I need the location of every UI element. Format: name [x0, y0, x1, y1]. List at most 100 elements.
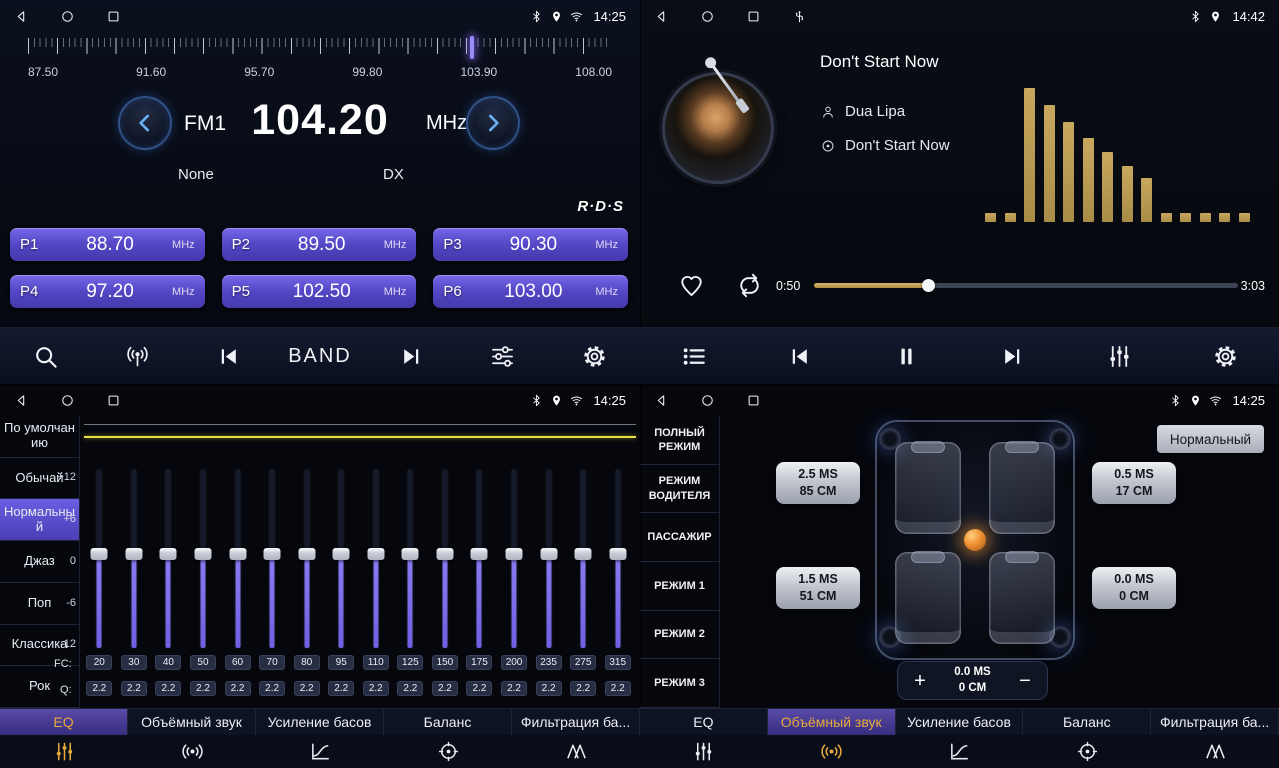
tab-bass-boost-button[interactable]	[256, 735, 384, 768]
recents-button[interactable]	[746, 393, 761, 408]
eq-band-slider[interactable]	[255, 470, 290, 648]
tab-balance-button[interactable]	[1023, 735, 1151, 768]
tab-eq-button[interactable]	[640, 735, 768, 768]
radio-preset-button[interactable]: P6 103.00 MHz	[433, 275, 628, 308]
eq-band-slider[interactable]	[393, 470, 428, 648]
eq-band-slider[interactable]	[220, 470, 255, 648]
mode-driver[interactable]: РЕЖИМ ВОДИТЕЛЯ	[640, 465, 719, 514]
settings-button[interactable]	[1173, 328, 1279, 384]
mode-2[interactable]: РЕЖИМ 2	[640, 611, 719, 660]
home-button[interactable]	[60, 393, 75, 408]
radio-preset-button[interactable]: P1 88.70 MHz	[10, 228, 205, 261]
eq-band-slider[interactable]	[82, 470, 117, 648]
increase-delay-button[interactable]: +	[908, 671, 932, 691]
equalizer-button[interactable]	[457, 328, 548, 384]
radio-preset-button[interactable]: P4 97.20 MHz	[10, 275, 205, 308]
eq-slider-thumb[interactable]	[160, 548, 177, 560]
decrease-delay-button[interactable]: −	[1013, 671, 1037, 691]
eq-band-slider[interactable]	[289, 470, 324, 648]
eq-slider-thumb[interactable]	[91, 548, 108, 560]
eq-slider-thumb[interactable]	[298, 548, 315, 560]
settings-button[interactable]	[549, 328, 640, 384]
eq-slider-thumb[interactable]	[333, 548, 350, 560]
tab-bass-boost-button[interactable]	[896, 735, 1024, 768]
eq-slider-thumb[interactable]	[609, 548, 626, 560]
eq-band-slider[interactable]	[186, 470, 221, 648]
pause-button[interactable]	[853, 328, 960, 384]
radio-preset-button[interactable]: P2 89.50 MHz	[222, 228, 417, 261]
tab-surround-button[interactable]	[128, 735, 256, 768]
tab-surround[interactable]: Объёмный звук	[768, 709, 896, 735]
eq-slider-thumb[interactable]	[436, 548, 453, 560]
radio-preset-button[interactable]: P5 102.50 MHz	[222, 275, 417, 308]
tab-bass-boost[interactable]: Усиление басов	[256, 709, 384, 735]
eq-band-slider[interactable]	[462, 470, 497, 648]
tab-eq-button[interactable]	[0, 735, 128, 768]
eq-band-slider[interactable]	[531, 470, 566, 648]
tab-balance[interactable]: Баланс	[1023, 709, 1151, 735]
previous-station-button[interactable]	[183, 328, 274, 384]
back-button[interactable]	[14, 393, 29, 408]
mode-full[interactable]: ПОЛНЫЙ РЕЖИМ	[640, 416, 719, 465]
player-progress-thumb[interactable]	[922, 279, 935, 292]
back-button[interactable]	[654, 9, 669, 24]
tab-filter-button[interactable]	[512, 735, 640, 768]
mode-3[interactable]: РЕЖИМ 3	[640, 659, 719, 708]
listening-position-indicator[interactable]	[964, 529, 986, 551]
eq-slider-thumb[interactable]	[575, 548, 592, 560]
tab-surround[interactable]: Объёмный звук	[128, 709, 256, 735]
band-button[interactable]: BAND	[274, 328, 365, 384]
eq-band-slider[interactable]	[600, 470, 635, 648]
delay-front-left[interactable]: 2.5 MS 85 CM	[776, 462, 860, 504]
recents-button[interactable]	[106, 393, 121, 408]
audio-settings-button[interactable]	[1066, 328, 1173, 384]
eq-slider-thumb[interactable]	[194, 548, 211, 560]
next-track-button[interactable]	[960, 328, 1067, 384]
delay-rear-right[interactable]: 0.0 MS 0 CM	[1092, 567, 1176, 609]
eq-band-slider[interactable]	[324, 470, 359, 648]
eq-slider-thumb[interactable]	[125, 548, 142, 560]
profile-badge[interactable]: Нормальный	[1157, 425, 1264, 453]
eq-slider-thumb[interactable]	[506, 548, 523, 560]
eq-slider-thumb[interactable]	[367, 548, 384, 560]
eq-slider-thumb[interactable]	[402, 548, 419, 560]
next-station-button[interactable]	[366, 328, 457, 384]
repeat-button[interactable]	[736, 272, 763, 299]
favorite-button[interactable]	[678, 272, 705, 299]
progress-bar[interactable]	[814, 283, 1238, 288]
scan-button[interactable]	[91, 328, 182, 384]
eq-band-slider[interactable]	[566, 470, 601, 648]
mode-1[interactable]: РЕЖИМ 1	[640, 562, 719, 611]
eq-band-slider[interactable]	[497, 470, 532, 648]
previous-track-button[interactable]	[747, 328, 854, 384]
tab-balance-button[interactable]	[384, 735, 512, 768]
tab-filter[interactable]: Фильтрация ба...	[512, 709, 640, 735]
tab-filter[interactable]: Фильтрация ба...	[1151, 709, 1279, 735]
eq-band-slider[interactable]	[117, 470, 152, 648]
back-button[interactable]	[14, 9, 29, 24]
eq-band-slider[interactable]	[151, 470, 186, 648]
tab-bass-boost[interactable]: Усиление басов	[896, 709, 1024, 735]
eq-slider-thumb[interactable]	[229, 548, 246, 560]
eq-band-slider[interactable]	[428, 470, 463, 648]
playlist-button[interactable]	[640, 328, 747, 384]
eq-slider-thumb[interactable]	[471, 548, 488, 560]
back-button[interactable]	[654, 393, 669, 408]
tab-surround-button[interactable]	[768, 735, 896, 768]
eq-band-slider[interactable]	[359, 470, 394, 648]
mode-passenger[interactable]: ПАССАЖИР	[640, 513, 719, 562]
tab-eq[interactable]: EQ	[0, 709, 128, 735]
recents-button[interactable]	[106, 9, 121, 24]
tab-filter-button[interactable]	[1151, 735, 1279, 768]
home-button[interactable]	[700, 393, 715, 408]
frequency-scale[interactable]: 87.50 91.60 95.70 99.80 103.90 108.00	[0, 36, 640, 82]
delay-front-right[interactable]: 0.5 MS 17 CM	[1092, 462, 1176, 504]
home-button[interactable]	[60, 9, 75, 24]
seek-button[interactable]	[0, 328, 91, 384]
tune-up-button[interactable]	[466, 96, 520, 150]
radio-preset-button[interactable]: P3 90.30 MHz	[433, 228, 628, 261]
home-button[interactable]	[700, 9, 715, 24]
delay-rear-left[interactable]: 1.5 MS 51 CM	[776, 567, 860, 609]
recents-button[interactable]	[746, 9, 761, 24]
eq-slider-thumb[interactable]	[540, 548, 557, 560]
